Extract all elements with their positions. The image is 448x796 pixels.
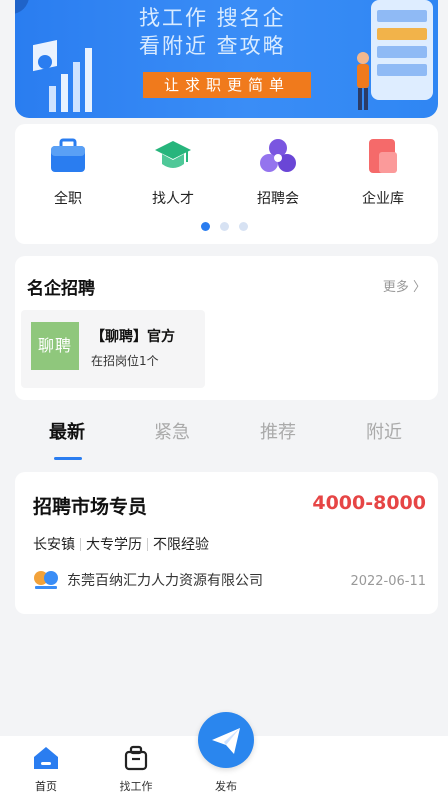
nav-home[interactable]: 首页 bbox=[16, 744, 76, 794]
job-tags: 长安镇 大专学历 不限经验 bbox=[33, 534, 209, 554]
job-tag-education: 大专学历 bbox=[86, 537, 142, 553]
banner-decoration bbox=[15, 0, 29, 14]
carousel-indicator bbox=[201, 222, 248, 231]
tab-nearby[interactable]: 附近 bbox=[366, 418, 402, 444]
job-tag-location: 长安镇 bbox=[33, 537, 75, 553]
graduation-cap-icon bbox=[155, 141, 191, 168]
carousel-dot[interactable] bbox=[201, 222, 210, 231]
briefcase-outline-icon bbox=[124, 745, 148, 771]
job-salary: 4000-8000 bbox=[312, 492, 426, 514]
people-group-icon bbox=[260, 139, 296, 172]
tag-divider bbox=[147, 537, 148, 551]
company-card[interactable]: 聊聘 【聊聘】官方 在招岗位1个 bbox=[21, 310, 205, 388]
chart-illustration-icon bbox=[33, 40, 92, 112]
job-tag-experience: 不限经验 bbox=[153, 537, 209, 553]
job-tabs: 最新 紧急 推荐 附近 bbox=[15, 410, 438, 460]
job-card[interactable]: 招聘市场专员 4000-8000 长安镇 大专学历 不限经验 东莞百纳汇力人力资… bbox=[15, 472, 438, 614]
nav-find-job[interactable]: 找工作 bbox=[106, 744, 166, 794]
company-icon bbox=[369, 139, 397, 173]
section-title: 名企招聘 bbox=[27, 279, 95, 299]
category-label: 企业库 bbox=[362, 191, 404, 207]
company-logo-icon bbox=[34, 571, 58, 589]
banner-line-2: 看附近 查攻略 bbox=[139, 34, 286, 58]
category-panel: 全职 找人才 招聘会 企业库 bbox=[15, 124, 438, 244]
promo-banner[interactable]: 找工作 搜名企 看附近 查攻略 让求职更简单 bbox=[15, 0, 438, 118]
carousel-dot[interactable] bbox=[239, 222, 248, 231]
banner-slogan: 让求职更简单 bbox=[143, 72, 311, 98]
banner-line-1: 找工作 搜名企 bbox=[139, 6, 286, 30]
publish-button[interactable] bbox=[198, 712, 254, 768]
category-label: 找人才 bbox=[152, 191, 194, 207]
more-link[interactable]: 更多 〉 bbox=[383, 276, 426, 295]
job-company-name: 东莞百纳汇力人力资源有限公司 bbox=[67, 573, 263, 589]
job-company: 东莞百纳汇力人力资源有限公司 bbox=[33, 570, 263, 590]
category-job-fair[interactable]: 招聘会 bbox=[238, 136, 318, 208]
tag-divider bbox=[80, 537, 81, 551]
category-company-library[interactable]: 企业库 bbox=[343, 136, 423, 208]
home-icon bbox=[34, 747, 58, 769]
nav-home-label: 首页 bbox=[35, 780, 57, 793]
category-label: 招聘会 bbox=[257, 191, 299, 207]
job-title: 招聘市场专员 bbox=[33, 496, 148, 518]
job-date: 2022-06-11 bbox=[350, 574, 426, 589]
tab-latest[interactable]: 最新 bbox=[49, 418, 85, 444]
category-fulltime[interactable]: 全职 bbox=[28, 136, 108, 208]
company-name: 【聊聘】官方 bbox=[91, 329, 175, 345]
nav-find-job-label: 找工作 bbox=[119, 780, 153, 793]
paper-plane-icon bbox=[212, 728, 240, 754]
company-positions: 在招岗位1个 bbox=[91, 354, 159, 368]
briefcase-icon bbox=[51, 138, 85, 172]
tab-recommended[interactable]: 推荐 bbox=[260, 418, 296, 444]
tab-urgent[interactable]: 紧急 bbox=[154, 418, 190, 444]
category-find-talent[interactable]: 找人才 bbox=[133, 136, 213, 208]
phone-illustration-icon bbox=[357, 0, 433, 110]
active-tab-indicator bbox=[54, 457, 82, 460]
category-label: 全职 bbox=[54, 191, 82, 207]
carousel-dot[interactable] bbox=[220, 222, 229, 231]
famous-companies-section: 名企招聘 更多 〉 聊聘 【聊聘】官方 在招岗位1个 bbox=[15, 256, 438, 400]
nav-publish-label: 发布 bbox=[215, 780, 237, 793]
company-logo: 聊聘 bbox=[31, 322, 79, 370]
